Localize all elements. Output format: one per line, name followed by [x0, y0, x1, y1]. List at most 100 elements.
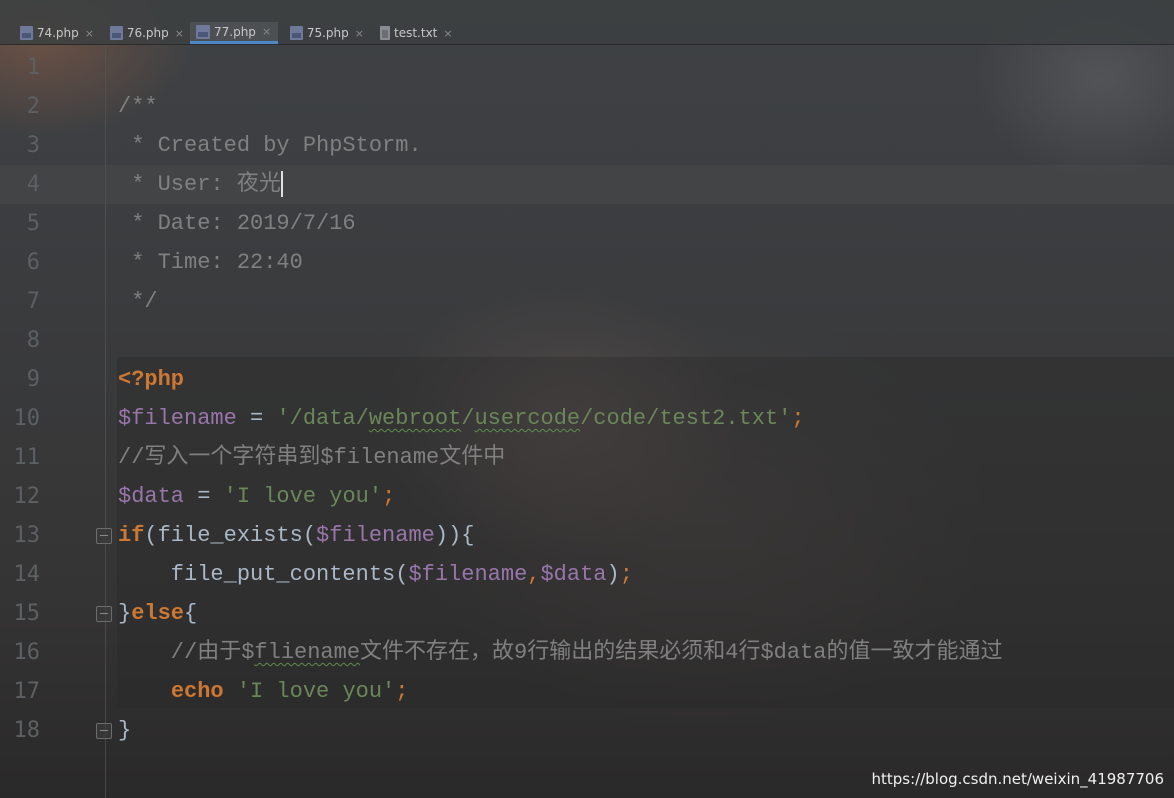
fold-toggle-icon[interactable] [96, 723, 112, 739]
code-token: } [118, 601, 132, 626]
php-file-icon [20, 26, 33, 40]
fold-toggle-icon[interactable] [96, 606, 112, 622]
line-number: 13 [13, 523, 41, 548]
line-number: 8 [26, 328, 40, 353]
code-token: (file_exists( [144, 523, 317, 548]
close-icon[interactable]: × [262, 25, 271, 38]
keyword-token: echo [170, 679, 224, 704]
variable-token: $filename [408, 562, 528, 587]
doc-comment-line: * User: 夜光 [118, 172, 281, 197]
tab-75-php[interactable]: 75.php × [284, 22, 364, 44]
code-token: { [184, 601, 198, 626]
code-line-content: }else{ [118, 594, 197, 633]
doc-comment-line: * Created by PhpStorm. [118, 133, 422, 158]
code-line-content: if(file_exists($filename)){ [118, 516, 474, 555]
line-number: 12 [13, 484, 41, 509]
code-line: 18 } [0, 711, 1174, 750]
code-line: 2 /** [0, 87, 1174, 126]
close-icon[interactable]: × [175, 27, 184, 40]
close-icon[interactable]: × [443, 27, 452, 40]
string-token-typo: webroot [368, 406, 462, 431]
comment-token: //由于$ [118, 640, 255, 665]
code-line: 5 * Date: 2019/7/16 [0, 204, 1174, 243]
operator-token: = [184, 484, 224, 509]
line-number: 4 [26, 172, 40, 197]
code-token: )){ [434, 523, 475, 548]
line-number: 10 [13, 406, 41, 431]
semicolon-token: ; [382, 484, 396, 509]
line-number: 3 [26, 133, 40, 158]
close-icon[interactable]: × [85, 27, 94, 40]
line-number: 1 [26, 55, 40, 80]
editor-tab-bar: 74.php × 76.php × 77.php × 75.php × test… [0, 0, 1174, 45]
code-line: 17 echo 'I love you'; [0, 672, 1174, 711]
code-line-content: echo 'I love you'; [118, 672, 409, 711]
closing-brace: } [118, 718, 132, 743]
code-line: 12 $data = 'I love you'; [0, 477, 1174, 516]
code-line: 16 //由于$fliename文件不存在，故9行输出的结果必须和4行$data… [0, 633, 1174, 672]
code-line-content: $data = 'I love you'; [118, 477, 395, 516]
line-number: 16 [13, 640, 41, 665]
line-number: 17 [13, 679, 41, 704]
text-file-icon [380, 26, 390, 40]
tab-76-php[interactable]: 76.php × [104, 22, 184, 44]
code-line-content: $filename = '/data/webroot/usercode/code… [118, 399, 805, 438]
code-line: 8 [0, 321, 1174, 360]
line-number: 2 [26, 94, 40, 119]
comment-token-typo: fliename [254, 640, 361, 665]
line-number: 7 [26, 289, 40, 314]
variable-token: $data [540, 562, 607, 587]
line-number: 18 [13, 718, 41, 743]
string-token: 'I love you' [236, 679, 396, 704]
code-line: 14 file_put_contents($filename,$data); [0, 555, 1174, 594]
line-number: 11 [13, 445, 41, 470]
semicolon-token: ; [395, 679, 409, 704]
line-number: 6 [26, 250, 40, 275]
variable-token: $data [118, 484, 185, 509]
code-token: ) [606, 562, 620, 587]
php-file-icon [196, 24, 210, 39]
code-line: 11 //写入一个字符串到$filename文件中 [0, 438, 1174, 477]
php-open-tag: <?php [118, 367, 185, 392]
code-line: 1 [0, 48, 1174, 87]
doc-comment-line: * Time: 22:40 [118, 250, 303, 275]
code-line: 15 }else{ [0, 594, 1174, 633]
variable-token: $filename [316, 523, 435, 548]
line-number: 14 [13, 562, 41, 587]
code-line: 4 * User: 夜光 [0, 165, 1174, 204]
close-icon[interactable]: × [355, 27, 364, 40]
string-token-typo: usercode [474, 406, 581, 431]
string-token: 'I love you' [223, 484, 383, 509]
comma-token: , [527, 562, 541, 587]
indent-token [118, 679, 171, 704]
doc-comment-start: /** [118, 94, 158, 119]
php-file-icon [110, 26, 123, 40]
text-caret [280, 171, 283, 198]
variable-token: $filename [118, 406, 237, 431]
semicolon-token: ; [619, 562, 633, 587]
line-number: 9 [26, 367, 40, 392]
watermark-url: https://blog.csdn.net/weixin_41987706 [871, 770, 1164, 788]
operator-token: = [236, 406, 277, 431]
code-line: 13 if(file_exists($filename)){ [0, 516, 1174, 555]
line-number: 5 [26, 211, 40, 236]
code-line: 9 <?php [0, 360, 1174, 399]
code-line: 7 */ [0, 282, 1174, 321]
fold-toggle-icon[interactable] [96, 528, 112, 544]
code-editor[interactable]: 1 2 /** 3 * Created by PhpStorm. 4 * Use… [0, 45, 1174, 798]
tab-77-php[interactable]: 77.php × [190, 22, 278, 44]
tab-74-php[interactable]: 74.php × [14, 22, 94, 44]
php-file-icon [290, 26, 303, 40]
tab-test-txt[interactable]: test.txt × [374, 22, 454, 44]
doc-comment-end: */ [118, 289, 158, 314]
code-token: file_put_contents( [118, 562, 409, 587]
keyword-token: if [118, 523, 145, 548]
code-line: 10 $filename = '/data/webroot/usercode/c… [0, 399, 1174, 438]
doc-comment-line: * Date: 2019/7/16 [118, 211, 356, 236]
tab-label: 76.php [126, 26, 169, 40]
code-line-content: file_put_contents($filename,$data); [118, 555, 633, 594]
string-token: / [461, 406, 475, 431]
line-number: 15 [13, 601, 41, 626]
semicolon-token: ; [791, 406, 805, 431]
